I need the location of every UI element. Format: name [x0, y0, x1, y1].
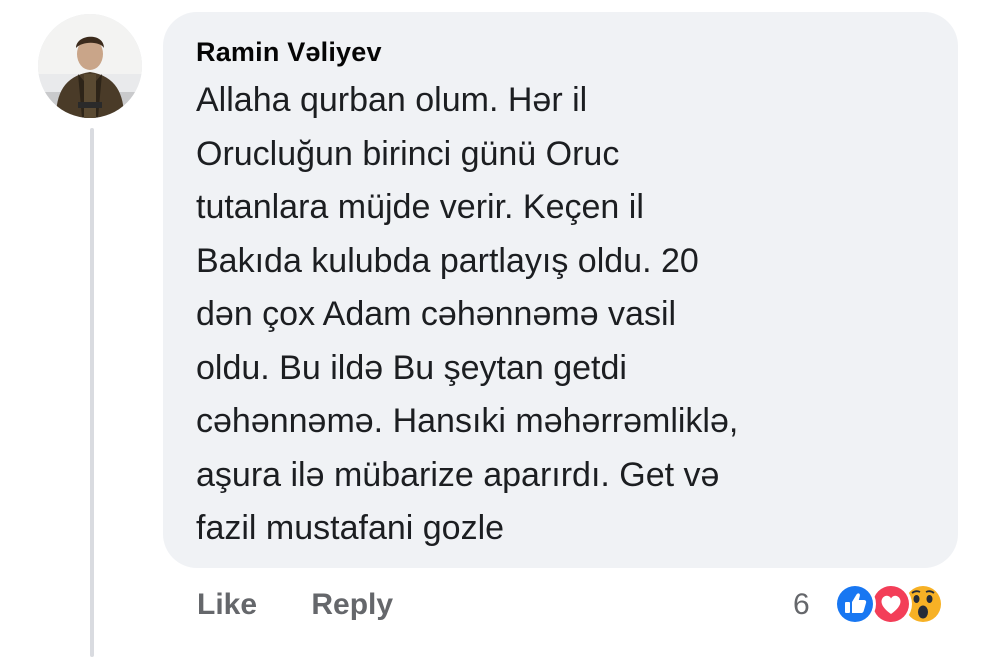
comment-author[interactable]: Ramin Vəliyev	[196, 34, 928, 70]
comment-bubble: Ramin Vəliyev Allaha qurban olum. Hər il…	[163, 12, 958, 568]
like-button[interactable]: Like	[197, 588, 257, 621]
comment-actions: Like Reply	[197, 585, 393, 625]
like-icon	[834, 583, 876, 625]
avatar-photo-icon	[38, 14, 142, 118]
reply-thread-line	[90, 128, 94, 657]
reaction-count: 6	[793, 588, 810, 621]
reply-button[interactable]: Reply	[311, 588, 393, 621]
comment-text: Allaha qurban olum. Hər il Orucluğun bir…	[196, 81, 739, 547]
avatar[interactable]	[38, 14, 142, 118]
reactions-summary[interactable]: 6	[793, 580, 963, 630]
